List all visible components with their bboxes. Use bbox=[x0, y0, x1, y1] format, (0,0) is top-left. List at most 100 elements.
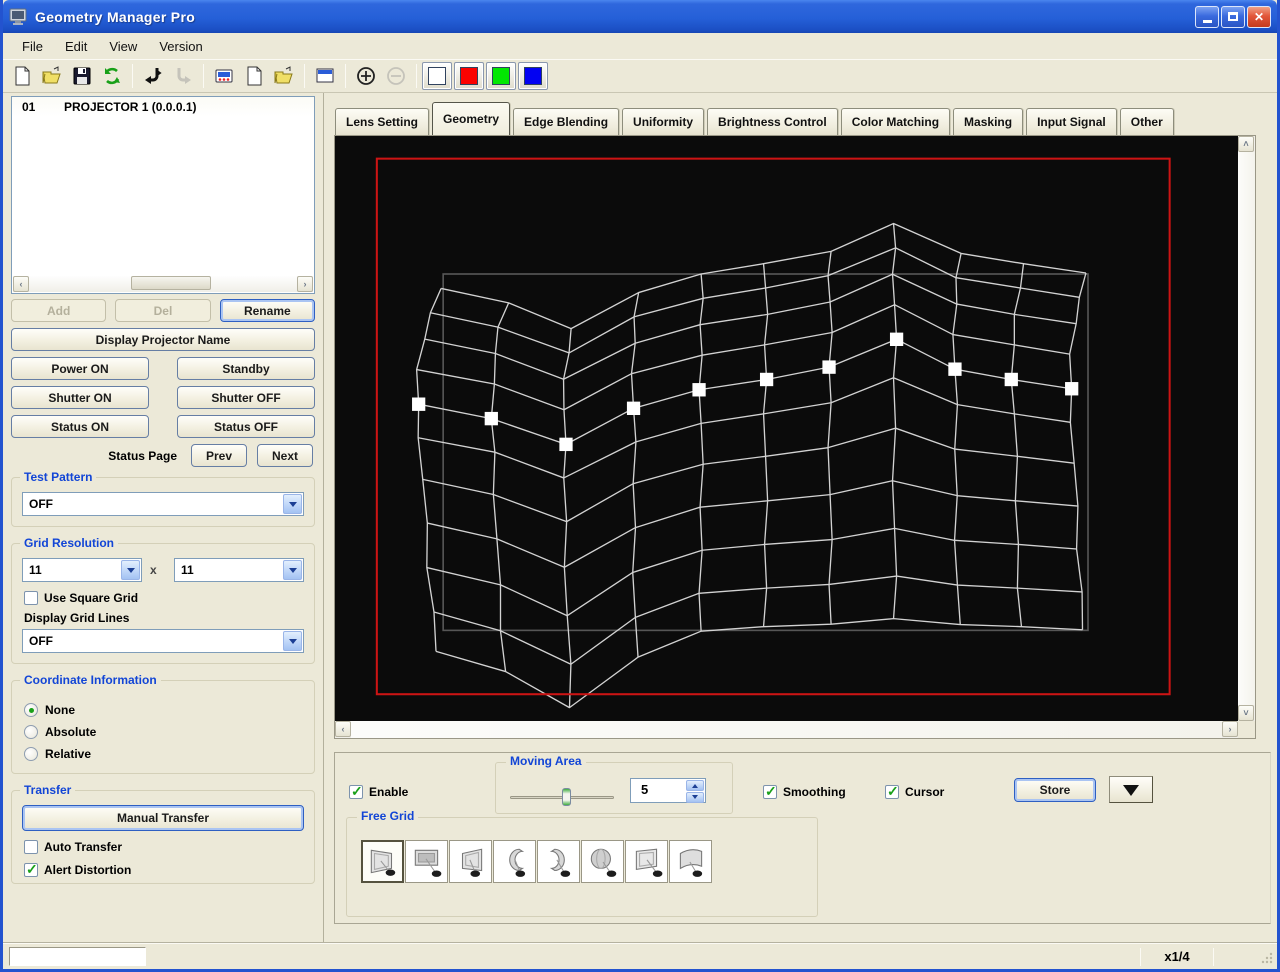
grid-handle[interactable] bbox=[626, 401, 641, 416]
free-grid-screen-curved-button[interactable] bbox=[669, 840, 712, 883]
grid-handle[interactable] bbox=[484, 411, 498, 426]
menu-file[interactable]: File bbox=[11, 36, 54, 57]
auto-transfer-checkbox[interactable]: ✓ bbox=[24, 840, 38, 854]
status-page-prev-button[interactable]: Prev bbox=[191, 444, 247, 467]
close-button[interactable]: ✕ bbox=[1247, 5, 1271, 28]
free-grid-cylinder-concave-button[interactable] bbox=[493, 840, 536, 883]
rename-button[interactable]: Rename bbox=[219, 299, 315, 322]
menu-edit[interactable]: Edit bbox=[54, 36, 98, 57]
canvas-vscrollbar[interactable]: ˄ ˅ bbox=[1238, 136, 1255, 721]
scroll-thumb[interactable] bbox=[130, 276, 211, 290]
scroll-right-icon[interactable]: › bbox=[297, 276, 313, 292]
cursor-label: Cursor bbox=[905, 785, 945, 799]
moving-area-slider[interactable] bbox=[510, 787, 614, 807]
tab-lens-setting[interactable]: Lens Setting bbox=[335, 108, 430, 135]
free-grid-screen-angled-button[interactable] bbox=[625, 840, 668, 883]
undo-icon[interactable] bbox=[138, 62, 168, 90]
projector-list-hscrollbar[interactable]: ‹ › bbox=[13, 276, 313, 292]
zoom-in-icon[interactable] bbox=[351, 62, 381, 90]
moving-area-spinner[interactable]: 5 bbox=[630, 778, 706, 803]
free-grid-screen-tilt-right-button[interactable] bbox=[361, 840, 404, 883]
tab-brightness-control[interactable]: Brightness Control bbox=[707, 108, 838, 135]
tab-input-signal[interactable]: Input Signal bbox=[1026, 108, 1117, 135]
standby-button[interactable]: Standby bbox=[177, 357, 315, 380]
save-icon[interactable] bbox=[67, 62, 97, 90]
smoothing-checkbox[interactable]: ✓ bbox=[763, 783, 777, 799]
menu-version[interactable]: Version bbox=[148, 36, 213, 57]
grid-handle[interactable] bbox=[822, 360, 836, 374]
alert-distortion-checkbox[interactable]: ✓ bbox=[24, 861, 38, 877]
canvas-hscrollbar[interactable]: ‹ › bbox=[335, 721, 1238, 738]
coordinate-relative-radio[interactable] bbox=[24, 747, 38, 761]
status-off-button[interactable]: Status OFF bbox=[177, 415, 315, 438]
chevron-down-icon[interactable] bbox=[283, 560, 302, 580]
grid-rows-select[interactable]: 11 bbox=[174, 558, 304, 582]
tab-uniformity[interactable]: Uniformity bbox=[622, 108, 705, 135]
grid-handle[interactable] bbox=[889, 332, 904, 347]
store-dropdown-button[interactable] bbox=[1109, 776, 1153, 803]
scroll-left-icon[interactable]: ‹ bbox=[13, 276, 29, 292]
tab-color-matching[interactable]: Color Matching bbox=[840, 108, 951, 135]
window-view-icon[interactable] bbox=[310, 62, 340, 90]
power-on-button[interactable]: Power ON bbox=[11, 357, 149, 380]
scroll-left-icon[interactable]: ‹ bbox=[335, 721, 351, 737]
geometry-canvas[interactable] bbox=[335, 136, 1238, 721]
open-file-icon[interactable] bbox=[37, 62, 67, 90]
manual-transfer-button[interactable]: Manual Transfer bbox=[22, 805, 304, 831]
test-pattern-select[interactable]: OFF bbox=[22, 492, 304, 516]
display-projector-name-button[interactable]: Display Projector Name bbox=[11, 328, 315, 351]
chevron-down-icon[interactable] bbox=[283, 494, 302, 514]
free-grid-sphere-button[interactable] bbox=[581, 840, 624, 883]
shutter-off-button[interactable]: Shutter OFF bbox=[177, 386, 315, 409]
use-square-grid-checkbox[interactable]: ✓ bbox=[24, 591, 38, 605]
shutter-on-button[interactable]: Shutter ON bbox=[11, 386, 149, 409]
color-red-button[interactable] bbox=[454, 62, 484, 90]
grid-columns-select[interactable]: 11 bbox=[22, 558, 142, 582]
status-on-button[interactable]: Status ON bbox=[11, 415, 149, 438]
scroll-up-icon[interactable]: ˄ bbox=[1238, 136, 1254, 152]
chevron-down-icon[interactable] bbox=[121, 560, 140, 580]
free-grid-screen-tilt-left-button[interactable] bbox=[449, 840, 492, 883]
cursor-checkbox[interactable]: ✓ bbox=[885, 783, 899, 799]
color-white-button[interactable] bbox=[422, 62, 452, 90]
spinner-down-icon[interactable] bbox=[686, 792, 704, 803]
spinner-up-icon[interactable] bbox=[686, 780, 704, 791]
enable-label: Enable bbox=[369, 785, 409, 799]
grid-handle[interactable] bbox=[1065, 382, 1079, 396]
projector-list[interactable]: 01 PROJECTOR 1 (0.0.0.1) ‹ › bbox=[11, 96, 315, 294]
grid-handle[interactable] bbox=[1004, 372, 1018, 387]
slider-thumb[interactable] bbox=[562, 788, 571, 806]
new-file-icon[interactable] bbox=[7, 62, 37, 90]
tab-masking[interactable]: Masking bbox=[953, 108, 1024, 135]
resize-grip[interactable] bbox=[1258, 949, 1274, 965]
menu-view[interactable]: View bbox=[98, 36, 148, 57]
color-green-button[interactable] bbox=[486, 62, 516, 90]
maximize-button[interactable] bbox=[1221, 5, 1245, 28]
scroll-down-icon[interactable]: ˅ bbox=[1238, 705, 1254, 721]
grid-handle[interactable] bbox=[692, 383, 706, 397]
free-grid-screen-front-button[interactable] bbox=[405, 840, 448, 883]
coordinate-none-radio[interactable] bbox=[24, 703, 38, 717]
projector-list-item[interactable]: 01 PROJECTOR 1 (0.0.0.1) bbox=[12, 97, 314, 117]
grid-handle[interactable] bbox=[759, 372, 774, 387]
status-page-next-button[interactable]: Next bbox=[257, 444, 313, 467]
color-blue-button[interactable] bbox=[518, 62, 548, 90]
minimize-button[interactable] bbox=[1195, 5, 1219, 28]
store-button[interactable]: Store bbox=[1014, 778, 1096, 802]
grid-handle[interactable] bbox=[948, 362, 962, 376]
status-panel-icon[interactable] bbox=[209, 62, 239, 90]
tab-other[interactable]: Other bbox=[1119, 108, 1174, 135]
tab-edge-blending[interactable]: Edge Blending bbox=[513, 108, 620, 135]
open-folder-icon[interactable] bbox=[269, 62, 299, 90]
grid-handle[interactable] bbox=[559, 437, 573, 452]
coordinate-absolute-radio[interactable] bbox=[24, 725, 38, 739]
tab-geometry[interactable]: Geometry bbox=[432, 102, 511, 135]
chevron-down-icon[interactable] bbox=[283, 631, 302, 651]
display-grid-lines-select[interactable]: OFF bbox=[22, 629, 304, 653]
refresh-icon[interactable] bbox=[97, 62, 127, 90]
grid-handle[interactable] bbox=[412, 397, 426, 411]
new-page-icon[interactable] bbox=[239, 62, 269, 90]
scroll-right-icon[interactable]: › bbox=[1222, 721, 1238, 737]
free-grid-cylinder-convex-button[interactable] bbox=[537, 840, 580, 883]
enable-checkbox[interactable]: ✓ bbox=[349, 783, 363, 799]
